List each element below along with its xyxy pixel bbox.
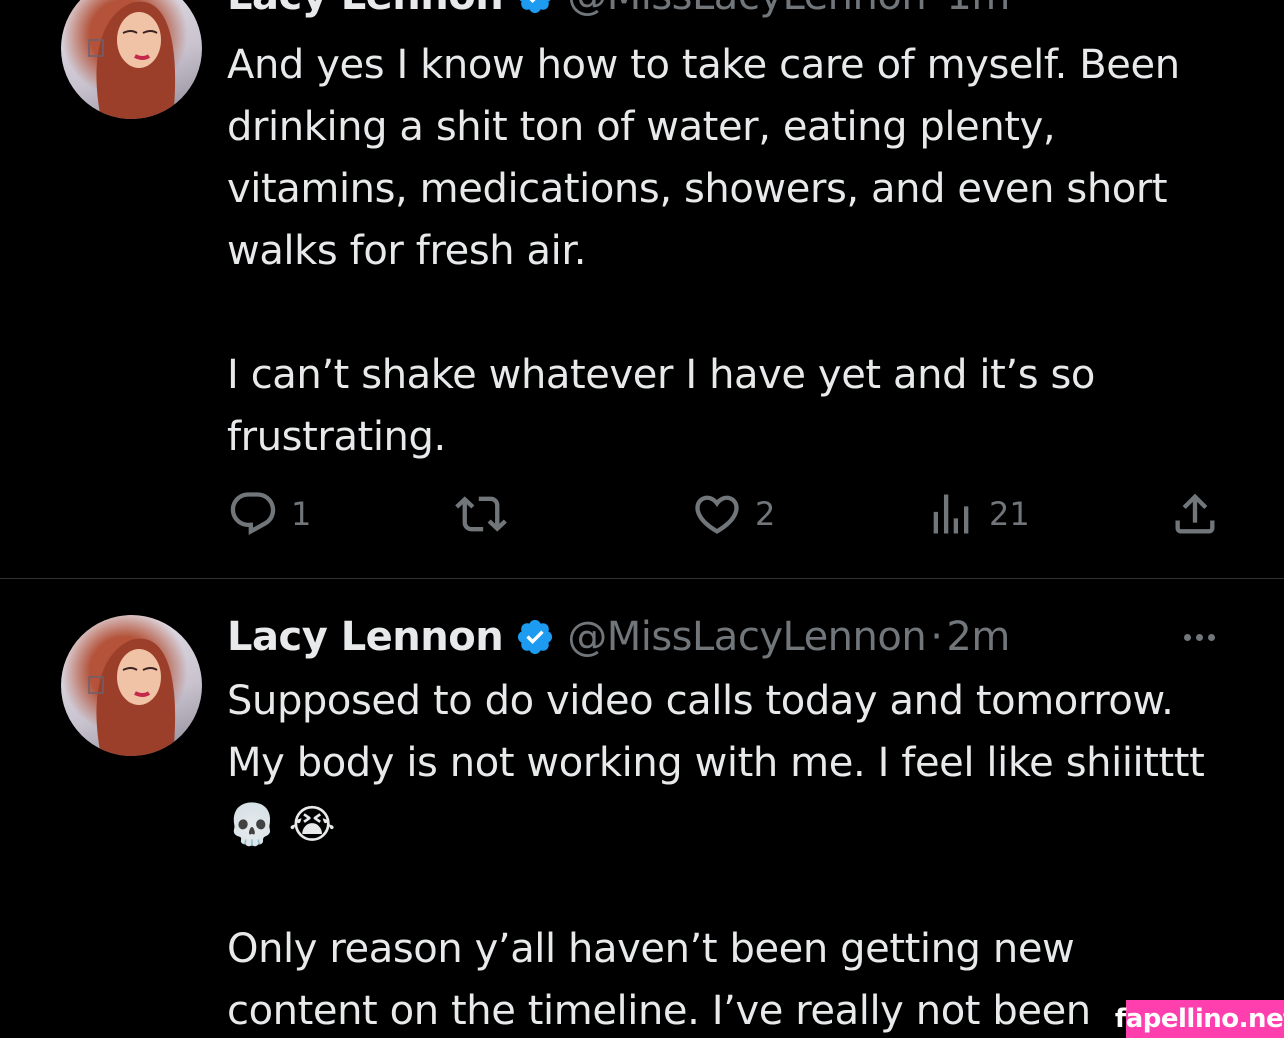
share-icon	[1175, 493, 1215, 534]
views-icon	[933, 494, 969, 534]
avatar[interactable]	[61, 0, 202, 119]
reply-button[interactable]: 1	[227, 486, 311, 542]
retweet-button[interactable]	[455, 486, 519, 542]
views-count: 21	[989, 495, 1030, 533]
author-handle[interactable]: @MissLacyLennon	[567, 0, 926, 22]
author-name[interactable]: Lacy Lennon	[227, 0, 504, 22]
watermark: fapellino.net	[1115, 1000, 1284, 1038]
author-handle[interactable]: @MissLacyLennon	[567, 611, 926, 663]
tweet-paragraph: Only reason y’all haven’t been getting n…	[227, 926, 1091, 1034]
timestamp[interactable]: 1m	[946, 0, 1010, 22]
avatar-portrait-icon	[88, 638, 176, 756]
tweet-text: Supposed to do video calls today and tom…	[227, 670, 1207, 1038]
heart-icon	[695, 495, 739, 534]
reply-icon	[230, 492, 276, 536]
more-options-icon[interactable]	[1174, 611, 1224, 663]
tweet-header: Lacy Lennon @MissLacyLennon · 1m	[227, 0, 1224, 22]
tweet-header: Lacy Lennon @MissLacyLennon · 2m	[227, 611, 1224, 663]
verified-badge-icon	[519, 0, 551, 14]
verified-badge-icon	[518, 619, 553, 655]
tweet-paragraph: Supposed to do video calls today and tom…	[227, 678, 1205, 848]
tweet-paragraph: I can’t shake whatever I have yet and it…	[227, 352, 1095, 460]
separator-dot: ·	[930, 614, 943, 660]
separator-dot: ·	[930, 0, 943, 22]
timeline: Lacy Lennon @MissLacyLennon · 1m And yes…	[0, 0, 1284, 1038]
retweet-icon	[455, 496, 507, 532]
tweet[interactable]: Lacy Lennon @MissLacyLennon · 1m And yes…	[0, 0, 1284, 579]
like-button[interactable]: 2	[691, 486, 775, 542]
avatar-portrait-icon	[88, 1, 176, 119]
tweet-paragraph: And yes I know how to take care of mysel…	[227, 42, 1180, 274]
more-options-icon[interactable]	[1174, 0, 1224, 22]
tweet-actions: 1 2 21	[227, 486, 1222, 542]
share-button[interactable]	[1169, 486, 1221, 542]
like-count: 2	[755, 495, 776, 533]
tweet-text: And yes I know how to take care of mysel…	[227, 34, 1207, 468]
avatar[interactable]	[61, 615, 202, 756]
author-name[interactable]: Lacy Lennon	[227, 611, 504, 663]
tweet[interactable]: Lacy Lennon @MissLacyLennon · 2m Suppose…	[0, 579, 1284, 1038]
timestamp[interactable]: 2m	[946, 611, 1010, 663]
reply-count: 1	[291, 495, 312, 533]
views-button[interactable]: 21	[925, 486, 1030, 542]
